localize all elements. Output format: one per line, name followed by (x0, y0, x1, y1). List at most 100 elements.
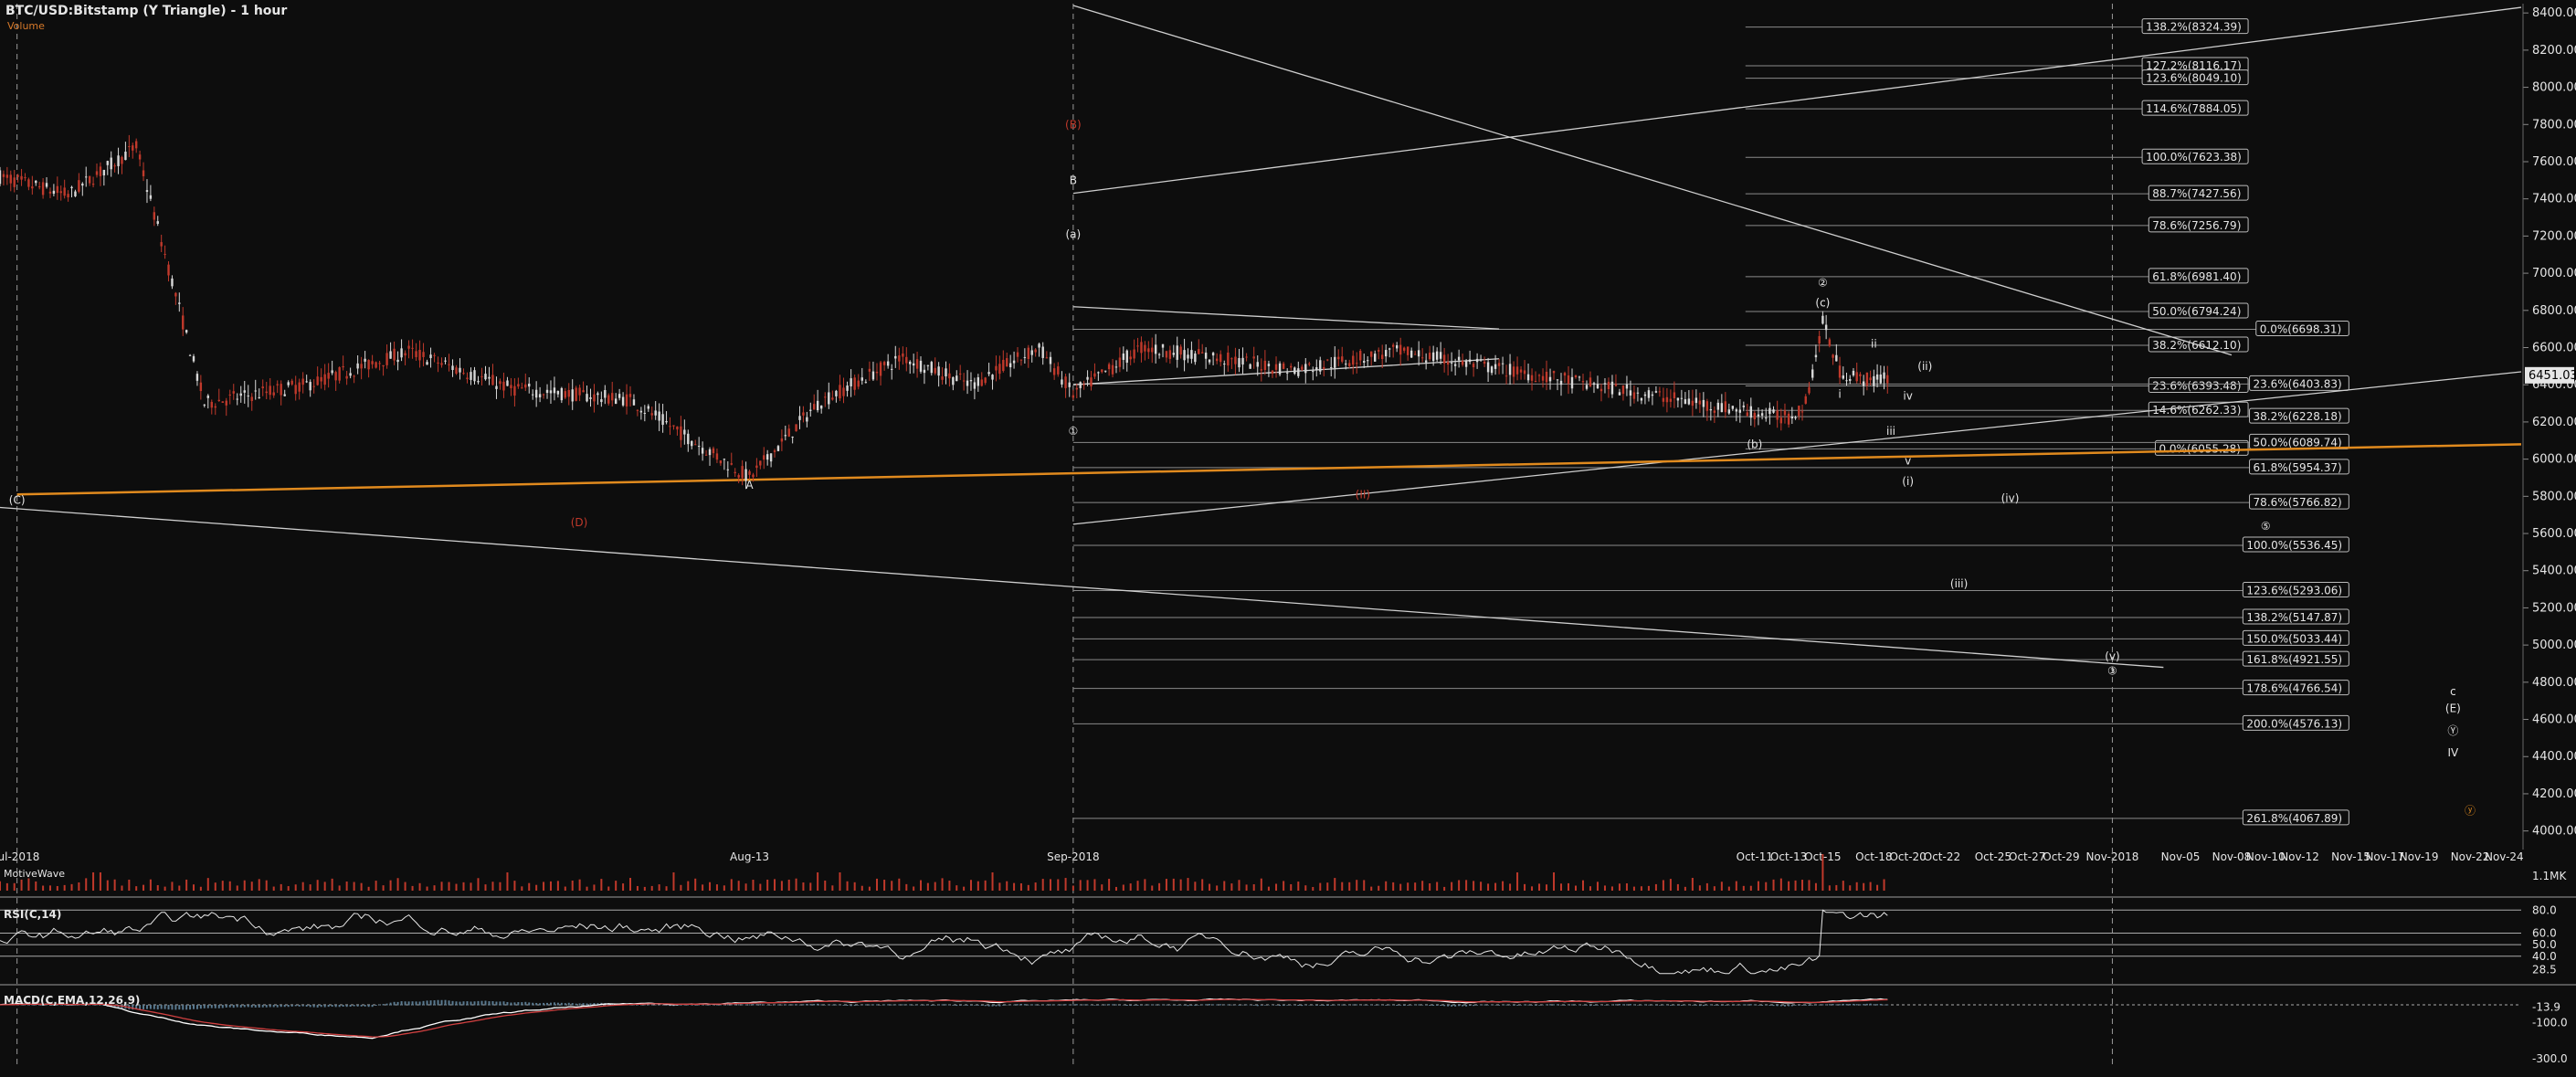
wave-label: (D) (571, 516, 588, 529)
candle-body (819, 405, 823, 409)
macd-histogram-bar (1883, 1004, 1885, 1006)
time-axis-tick-label: Nov-17 (2365, 850, 2404, 863)
candle-body (63, 187, 66, 196)
macd-histogram-bar (506, 1001, 509, 1006)
volume-bar (1216, 885, 1219, 891)
volume-bar (1876, 884, 1879, 891)
macd-histogram-bar (1879, 1003, 1882, 1006)
candle-body (1468, 359, 1472, 362)
candle-body (132, 145, 134, 151)
candle-body (894, 355, 897, 359)
price-axis-tick-label: 7200.00 (2532, 229, 2576, 243)
candle-body (643, 412, 647, 414)
volume-bar (1684, 886, 1686, 891)
volume-bar (1027, 884, 1029, 891)
volume-bar (831, 885, 834, 891)
volume-bar (309, 884, 311, 891)
candle-body (787, 428, 790, 437)
candle-body (765, 454, 769, 460)
macd-histogram-bar (868, 1004, 871, 1006)
volume-bar (528, 882, 531, 891)
macd-histogram-bar (1129, 1005, 1132, 1007)
wave-label: B (1070, 174, 1077, 186)
fib-level-label: 200.0%(4576.13) (2246, 717, 2342, 730)
macd-histogram-bar (473, 1001, 476, 1006)
candle-body (571, 389, 574, 402)
macd-histogram-bar (1498, 1005, 1501, 1006)
candle-body (1632, 392, 1636, 399)
macd-histogram-bar (665, 1005, 668, 1006)
macd-histogram-bar (495, 1001, 498, 1006)
macd-histogram-bar (156, 1005, 159, 1009)
volume-bar (301, 882, 304, 891)
candle-body (828, 392, 830, 405)
candle-body (995, 365, 998, 371)
volume-bar (128, 879, 131, 891)
macd-histogram-bar (1614, 1004, 1617, 1006)
candle-body (334, 372, 337, 381)
volume-bar (564, 886, 566, 891)
macd-histogram-bar (1527, 1004, 1530, 1006)
candle-body (1852, 370, 1855, 375)
short-segment-b (1072, 358, 1500, 385)
macd-histogram-bar (353, 1005, 355, 1007)
candle-body (360, 364, 363, 369)
fib-level-label: 100.0%(5536.45) (2246, 539, 2342, 552)
volume-bar (92, 872, 95, 891)
macd-histogram-bar (1057, 1004, 1060, 1006)
candle-body (923, 369, 926, 374)
rsi-axis-label: 80.0 (2532, 903, 2557, 916)
volume-bar (571, 880, 574, 891)
candle-body (1363, 361, 1366, 363)
macd-histogram-bar (1845, 1004, 1848, 1006)
volume-bar (984, 880, 987, 891)
macd-histogram-bar (661, 1005, 664, 1006)
candle-body (1012, 360, 1016, 364)
macd-histogram-bar (839, 1004, 841, 1006)
volume-bar (1480, 882, 1483, 891)
volume-bar (1064, 878, 1067, 891)
candle-body (1534, 380, 1537, 383)
candle-body (70, 186, 73, 189)
macd-histogram-bar (1019, 1003, 1022, 1006)
macd-histogram-bar (455, 1001, 458, 1006)
candle-body (1567, 375, 1570, 384)
candle-body (1107, 364, 1111, 370)
chart-stage[interactable]: 4000.00 4200.00 4400.00 4600.00 4800.00 5000.… (0, 0, 2576, 1073)
macd-histogram-bar (1072, 1004, 1074, 1006)
macd-histogram-bar (1093, 1005, 1096, 1006)
candle-body (611, 393, 614, 401)
candle-body (1297, 368, 1300, 376)
volume-bar (1399, 883, 1402, 891)
candle-body (74, 191, 77, 196)
price-axis-tick-label: 8200.00 (2532, 44, 2576, 58)
candle-body (1548, 376, 1552, 382)
macd-histogram-bar (182, 1005, 185, 1010)
macd-histogram-bar (923, 1004, 925, 1006)
volume-bar (1144, 879, 1146, 891)
candle-body (1420, 357, 1424, 359)
macd-histogram-bar (1241, 1004, 1244, 1006)
volume-bar (1575, 885, 1577, 891)
price-axis-tick-label: 4400.00 (2532, 750, 2576, 764)
candle-body (737, 475, 740, 478)
macd-histogram-bar (1814, 1005, 1817, 1006)
candle-body (203, 404, 206, 406)
candle-body (625, 394, 628, 407)
macd-histogram-bar (715, 1005, 718, 1006)
volume-bar (1079, 880, 1082, 891)
candle-body (1768, 407, 1771, 415)
volume-bar (629, 878, 631, 891)
macd-histogram-bar (1172, 1005, 1175, 1006)
price-chart-svg[interactable]: 4000.00 4200.00 4400.00 4600.00 4800.00 5000.… (0, 0, 2576, 1073)
macd-histogram-bar (802, 1004, 805, 1006)
macd-histogram-bar (1768, 1005, 1771, 1006)
candle-body (455, 367, 458, 374)
volume-bar (1019, 883, 1022, 891)
macd-histogram-bar (809, 1004, 812, 1006)
volume-bar (294, 884, 297, 891)
macd-histogram-bar (411, 1001, 414, 1006)
candle-body (621, 396, 625, 406)
candle-body (1234, 356, 1237, 364)
candle-body (121, 156, 123, 164)
